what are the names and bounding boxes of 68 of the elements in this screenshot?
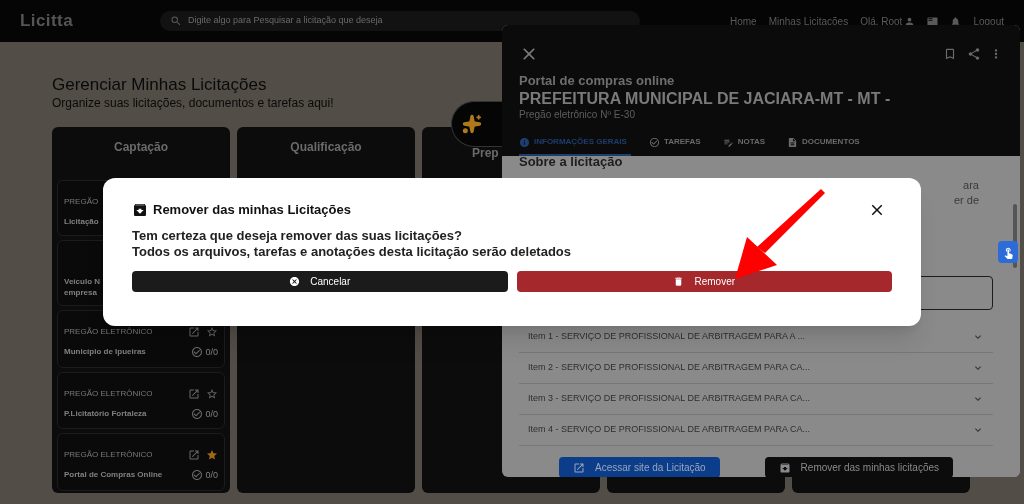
bid-name: Portal de Compras Online: [64, 469, 163, 480]
search-input[interactable]: Digite algo para Pesquisar a licitação que deseja: [188, 14, 630, 28]
nav-link[interactable]: Minhas Licitações: [768, 13, 849, 29]
assistant-button[interactable]: [451, 101, 502, 147]
dialog-title: Remover das minhas Licitações: [153, 201, 351, 219]
bid-card[interactable]: PREGÃO ELETRÔNICO P.Licitatório Fortaleza 0/0: [57, 371, 225, 429]
bid-type: PREGÃO: [64, 196, 99, 208]
bookmark-icon[interactable]: [943, 47, 957, 61]
sparkles-icon: [462, 114, 482, 134]
open-external-icon[interactable]: [188, 387, 200, 400]
share-icon[interactable]: [967, 47, 981, 61]
bell-icon[interactable]: [950, 15, 962, 27]
open-external-icon[interactable]: [188, 326, 200, 338]
logo[interactable]: Licitta: [20, 8, 160, 34]
task-count: 0/0: [205, 407, 218, 421]
panel-subtitle: Portal de compras online: [519, 73, 676, 89]
remove-button[interactable]: Remover das minhas licitações: [764, 457, 953, 477]
section-title: Sobre a licitação: [519, 155, 624, 169]
dialog-message: Tem certeza que deseja remover das suas licitações?: [132, 227, 463, 244]
open-site-button[interactable]: Acessar site da Licitação: [559, 457, 720, 477]
card-icon[interactable]: [927, 15, 939, 27]
bid-card[interactable]: PREGÃO ELETRÔNICO Portal de Compras Online 0/0: [57, 433, 225, 491]
user-icon[interactable]: [904, 15, 916, 27]
archive-icon: [132, 201, 148, 218]
accordion-item[interactable]: Item 4 - SERVIÇO DE PROFISSIONAL DE ARBITRAGEM PARA CA...: [519, 415, 993, 446]
logout-link[interactable]: Logout: [973, 13, 1004, 29]
tab[interactable]: TAREFAS: [648, 130, 705, 156]
column-title: Captação: [114, 139, 168, 156]
column-title: Qualificação: [290, 139, 362, 156]
search-field[interactable]: Digite algo para Pesquisar a licitação que deseja: [160, 11, 640, 31]
description-text: er de: [953, 193, 979, 208]
trash-icon: [673, 275, 685, 287]
panel-title: PREFEITURA MUNICIPAL DE JACIARA-MT - MT -: [519, 89, 892, 108]
bid-type: PREGÃO ELETRÔNICO: [64, 326, 153, 338]
tab[interactable]: DOCUMENTOS: [787, 130, 864, 156]
star-icon[interactable]: [206, 387, 218, 400]
page-subtitle: Organize suas licitações, documentos e tarefas aqui!: [52, 95, 334, 111]
archive-icon: [778, 461, 791, 474]
panel-info: Pregão eletrônico Nº E-30: [519, 108, 636, 121]
bid-type: PREGÃO ELETRÔNICO: [64, 387, 153, 400]
star-icon[interactable]: [206, 326, 218, 338]
task-count: 0/0: [205, 346, 218, 359]
page-title: Gerenciar Minhas Licitações: [52, 75, 267, 95]
bid-name: Veículo N: [64, 276, 100, 287]
bid-name: P.Licitatório Fortaleza: [64, 407, 147, 419]
document-icon: [787, 136, 799, 148]
dialog-message: Todos os arquivos, tarefas e anotações desta licitação serão deletados: [132, 243, 573, 260]
remove-button[interactable]: Remover: [516, 270, 892, 292]
accessibility-button[interactable]: [998, 241, 1018, 263]
accordion-item[interactable]: Item 3 - SERVIÇO DE PROFISSIONAL DE ARBITRAGEM PARA CA...: [519, 384, 993, 415]
accordion-item[interactable]: Item 2 - SERVIÇO DE PROFISSIONAL DE ARBITRAGEM PARA CA...: [519, 353, 993, 384]
nav-link[interactable]: Olá, Root: [860, 13, 903, 29]
nav-link[interactable]: Home: [730, 13, 757, 29]
bid-type: PREGÃO ELETRÔNICO: [64, 449, 153, 461]
column-title: Prep: [472, 145, 499, 162]
open-external-icon: [573, 461, 585, 474]
info-icon: [519, 136, 530, 148]
cancel-button[interactable]: Cancelar: [132, 270, 508, 292]
tab[interactable]: NOTAS: [722, 130, 770, 156]
bid-name: Município de Ipueiras: [64, 346, 146, 357]
cancel-icon: [289, 275, 301, 287]
star-icon[interactable]: [206, 449, 218, 461]
open-external-icon[interactable]: [188, 449, 200, 461]
bid-name: empresa: [64, 287, 98, 298]
task-count: 0/0: [205, 469, 218, 482]
description-text: ara: [963, 178, 979, 193]
search-icon: [170, 15, 182, 27]
bid-name: Licitação: [64, 216, 99, 227]
